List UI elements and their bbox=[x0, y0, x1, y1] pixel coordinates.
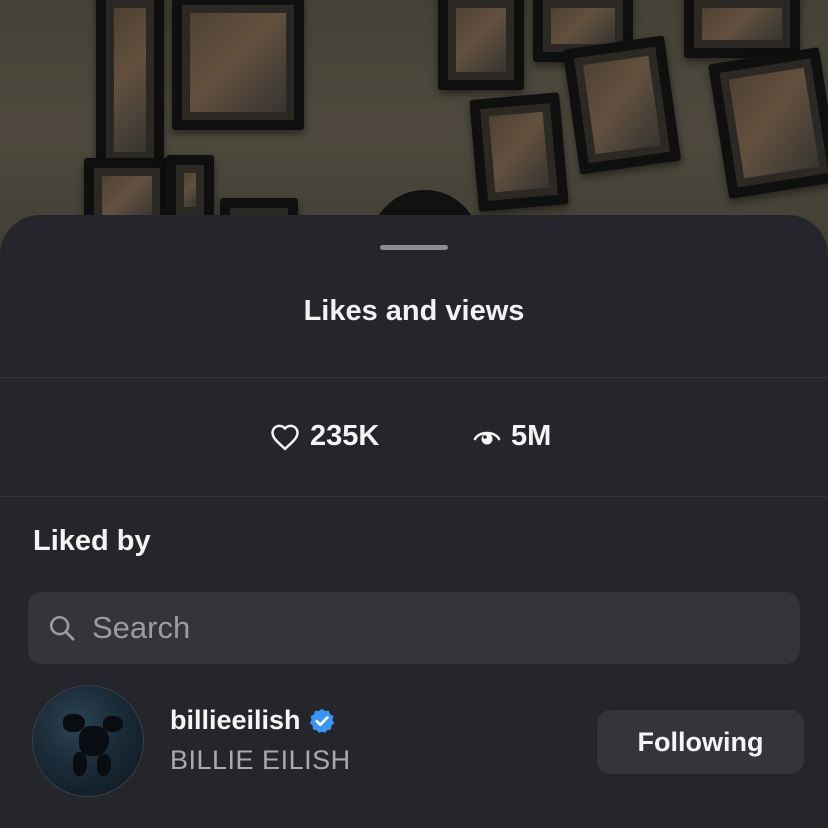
sheet-grabber-handle[interactable] bbox=[380, 245, 448, 250]
liked-by-heading: Liked by bbox=[33, 525, 151, 557]
likes-count: 235K bbox=[310, 420, 380, 452]
search-icon bbox=[48, 614, 76, 647]
search-bar[interactable] bbox=[28, 592, 800, 664]
username-line[interactable]: billieeilish bbox=[170, 705, 336, 736]
heart-icon bbox=[270, 423, 300, 451]
sheet-title: Likes and views bbox=[303, 295, 525, 327]
display-name: BILLIE EILISH bbox=[170, 745, 351, 775]
stats-row: 235K 5M bbox=[0, 420, 828, 456]
divider bbox=[0, 496, 828, 497]
likes-stat: 235K bbox=[270, 420, 379, 453]
views-count: 5M bbox=[511, 420, 552, 452]
views-stat: 5M bbox=[473, 420, 551, 453]
following-button[interactable]: Following bbox=[597, 710, 804, 774]
user-row[interactable]: billieeilish BILLIE EILISH Following bbox=[0, 685, 828, 800]
divider bbox=[0, 377, 828, 378]
avatar[interactable] bbox=[32, 685, 144, 797]
search-input[interactable] bbox=[92, 606, 782, 650]
likes-views-sheet: Likes and views 235K 5M Liked by Search … bbox=[0, 215, 828, 828]
verified-badge-icon bbox=[308, 707, 336, 735]
eye-icon bbox=[473, 426, 501, 448]
username[interactable]: billieeilish bbox=[170, 705, 301, 736]
